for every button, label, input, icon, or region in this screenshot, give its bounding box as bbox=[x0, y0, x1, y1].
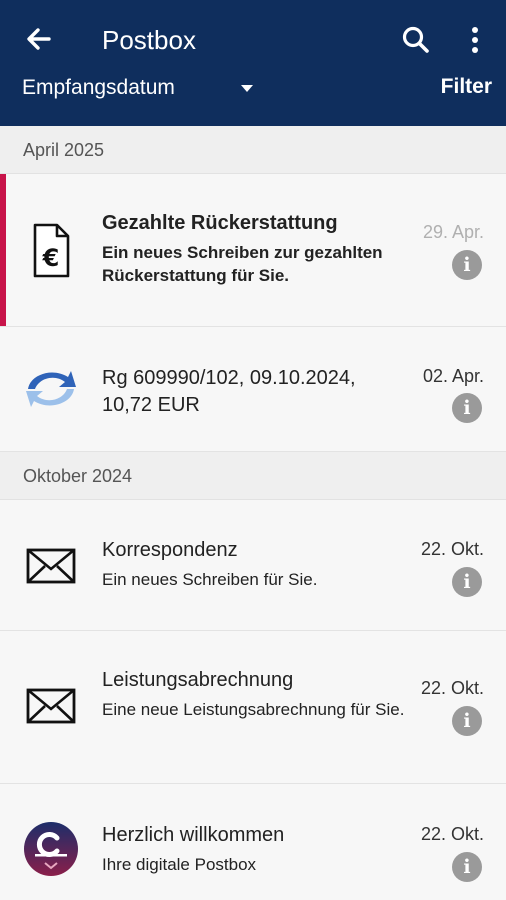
search-icon[interactable] bbox=[398, 22, 434, 58]
euro-document-icon: € bbox=[22, 222, 80, 280]
page-title: Postbox bbox=[102, 25, 196, 55]
list-item-preview: Ein neues Schreiben zur gezahlten Rücker… bbox=[102, 243, 383, 285]
list-item[interactable]: € Gezahlte Rückerstattung Ein neues Schr… bbox=[0, 174, 506, 327]
back-arrow-icon[interactable] bbox=[22, 22, 56, 56]
list-item-date: 02. Apr. bbox=[422, 366, 484, 386]
list-item-date: 22. Okt. bbox=[420, 678, 484, 698]
list-item-date: 22. Okt. bbox=[420, 539, 484, 559]
list-item-text: Rg 609990/102, 09.10.2024, 10,72 EUR bbox=[102, 365, 406, 419]
info-icon[interactable]: i bbox=[452, 706, 482, 736]
sort-dropdown[interactable]: Empfangsdatum bbox=[22, 72, 257, 104]
app-bar: Postbox Empfangsdatum Filter bbox=[0, 0, 506, 126]
list-item-text: Herzlich willkommen Ihre digitale Postbo… bbox=[102, 822, 406, 876]
list-item-subject: Rg 609990/102, 09.10.2024, 10,72 EUR bbox=[102, 367, 356, 416]
section-header: April 2025 bbox=[0, 126, 506, 174]
list-item-subject: Leistungsabrechnung bbox=[102, 669, 294, 691]
info-icon[interactable]: i bbox=[452, 567, 482, 597]
info-icon[interactable]: i bbox=[452, 250, 482, 280]
more-vert-icon[interactable] bbox=[462, 22, 488, 58]
list-item-date: 22. Okt. bbox=[420, 824, 484, 844]
list-item-text: Gezahlte Rückerstattung Ein neues Schrei… bbox=[102, 210, 406, 287]
list-item-preview: Eine neue Leistungsabrechnung für Sie. bbox=[102, 700, 405, 719]
sort-dropdown-label: Empfangsdatum bbox=[22, 76, 175, 99]
info-icon[interactable]: i bbox=[452, 393, 482, 423]
list-item-text: Leistungsabrechnung Eine neue Leistungsa… bbox=[102, 667, 406, 721]
sync-arrows-icon bbox=[22, 360, 80, 418]
list-item-subject: Gezahlte Rückerstattung bbox=[102, 212, 338, 234]
list-item-preview: Ein neues Schreiben für Sie. bbox=[102, 570, 318, 589]
list-item[interactable]: Rg 609990/102, 09.10.2024, 10,72 EUR 02.… bbox=[0, 327, 506, 452]
filter-button[interactable]: Filter bbox=[441, 72, 492, 102]
list-item[interactable]: Leistungsabrechnung Eine neue Leistungsa… bbox=[0, 631, 506, 784]
insurer-logo-icon bbox=[22, 820, 80, 878]
list-item-text: Korrespondenz Ein neues Schreiben für Si… bbox=[102, 537, 406, 591]
list-item-subject: Korrespondenz bbox=[102, 539, 238, 561]
info-icon[interactable]: i bbox=[452, 852, 482, 882]
envelope-icon bbox=[22, 677, 80, 735]
svg-text:€: € bbox=[42, 244, 60, 272]
dropdown-caret-icon bbox=[237, 78, 257, 98]
list-item-preview: Ihre digitale Postbox bbox=[102, 855, 257, 874]
list-item-subject: Herzlich willkommen bbox=[102, 824, 285, 846]
envelope-icon bbox=[22, 537, 80, 595]
list-item-date: 29. Apr. bbox=[422, 222, 484, 242]
list-item[interactable]: Korrespondenz Ein neues Schreiben für Si… bbox=[0, 500, 506, 631]
section-header: Oktober 2024 bbox=[0, 452, 506, 500]
list-item[interactable]: Herzlich willkommen Ihre digitale Postbo… bbox=[0, 784, 506, 900]
